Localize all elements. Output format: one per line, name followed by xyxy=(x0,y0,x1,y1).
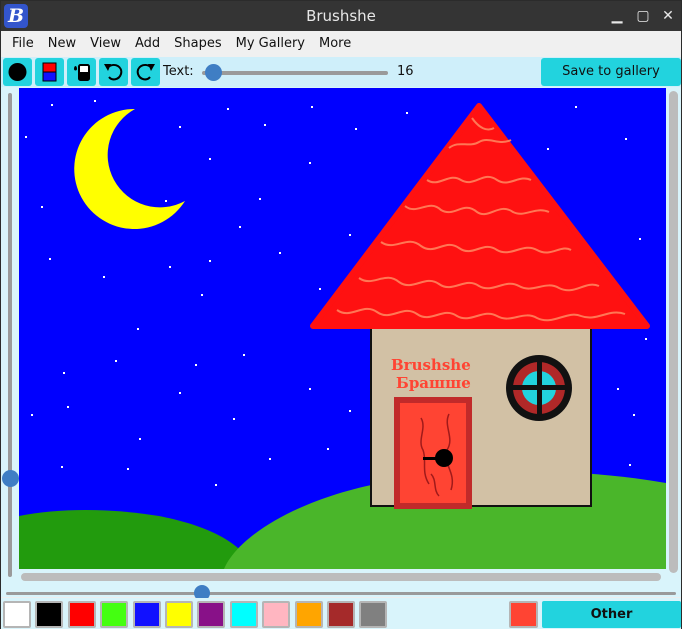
maximize-button[interactable]: ▢ xyxy=(633,6,653,26)
text-size-value: 16 xyxy=(397,64,414,79)
color-swatch-blue[interactable] xyxy=(132,601,161,628)
house-door xyxy=(394,397,472,509)
sign-text-cyrillic: Брашше xyxy=(396,374,471,392)
round-window xyxy=(506,355,572,421)
menu-bar: File New View Add Shapes My Gallery More xyxy=(1,31,681,57)
color-swatch-black[interactable] xyxy=(35,601,64,628)
redo-button[interactable] xyxy=(131,58,160,86)
color-swatch-purple[interactable] xyxy=(197,601,226,628)
color-icon xyxy=(42,62,57,82)
sign-text-latin: Brushshe xyxy=(391,356,471,374)
brush-size-slider[interactable] xyxy=(8,93,12,577)
menu-file[interactable]: File xyxy=(5,33,41,55)
toolbar: Text: 16 Save to gallery xyxy=(1,57,681,87)
other-color-button[interactable]: Other xyxy=(542,601,681,628)
redo-icon xyxy=(136,64,155,81)
minimize-button[interactable]: ▁ xyxy=(607,6,627,26)
menu-new[interactable]: New xyxy=(41,33,83,55)
color-button[interactable] xyxy=(35,58,64,86)
color-swatch-red[interactable] xyxy=(67,601,96,628)
color-swatch-yellow[interactable] xyxy=(165,601,193,628)
title-bar: B Brushshe ▁ ▢ ✕ xyxy=(1,1,681,31)
current-color-swatch[interactable] xyxy=(509,601,538,628)
zoom-slider[interactable] xyxy=(6,592,676,595)
color-swatch-gray[interactable] xyxy=(359,601,388,628)
color-swatch-green[interactable] xyxy=(100,601,129,628)
window-title: Brushshe xyxy=(306,7,376,25)
save-to-gallery-button[interactable]: Save to gallery xyxy=(541,58,681,86)
fill-button[interactable] xyxy=(67,58,96,86)
color-swatch-pink[interactable] xyxy=(262,601,291,628)
menu-shapes[interactable]: Shapes xyxy=(167,33,228,55)
brush-size-button[interactable] xyxy=(3,58,32,86)
menu-add[interactable]: Add xyxy=(128,33,167,55)
app-window: B Brushshe ▁ ▢ ✕ File New View Add Shape… xyxy=(0,0,682,629)
vertical-scrollbar[interactable] xyxy=(669,91,678,573)
text-size-slider-handle[interactable] xyxy=(205,64,222,81)
undo-button[interactable] xyxy=(99,58,128,86)
menu-view[interactable]: View xyxy=(83,33,128,55)
horizontal-scrollbar[interactable] xyxy=(21,573,661,581)
menu-more[interactable]: More xyxy=(312,33,358,55)
undo-icon xyxy=(104,64,123,81)
close-button[interactable]: ✕ xyxy=(658,6,678,26)
color-swatch-orange[interactable] xyxy=(294,601,323,628)
fill-icon xyxy=(74,64,90,81)
menu-my-gallery[interactable]: My Gallery xyxy=(229,33,312,55)
text-size-label: Text: xyxy=(163,64,194,79)
brush-size-icon xyxy=(8,63,27,81)
drawing-area: Brushshe Брашше xyxy=(1,87,681,601)
canvas-drawing: Brushshe Брашше xyxy=(19,88,666,569)
brush-size-slider-handle[interactable] xyxy=(2,470,19,487)
drawing-canvas[interactable]: Brushshe Брашше xyxy=(19,88,666,569)
color-palette: Other xyxy=(1,598,681,629)
color-swatch-white[interactable] xyxy=(3,601,31,628)
color-swatch-brown[interactable] xyxy=(327,601,355,628)
color-swatch-cyan[interactable] xyxy=(229,601,258,628)
text-size-slider[interactable] xyxy=(202,71,388,75)
door-handle xyxy=(423,457,441,460)
